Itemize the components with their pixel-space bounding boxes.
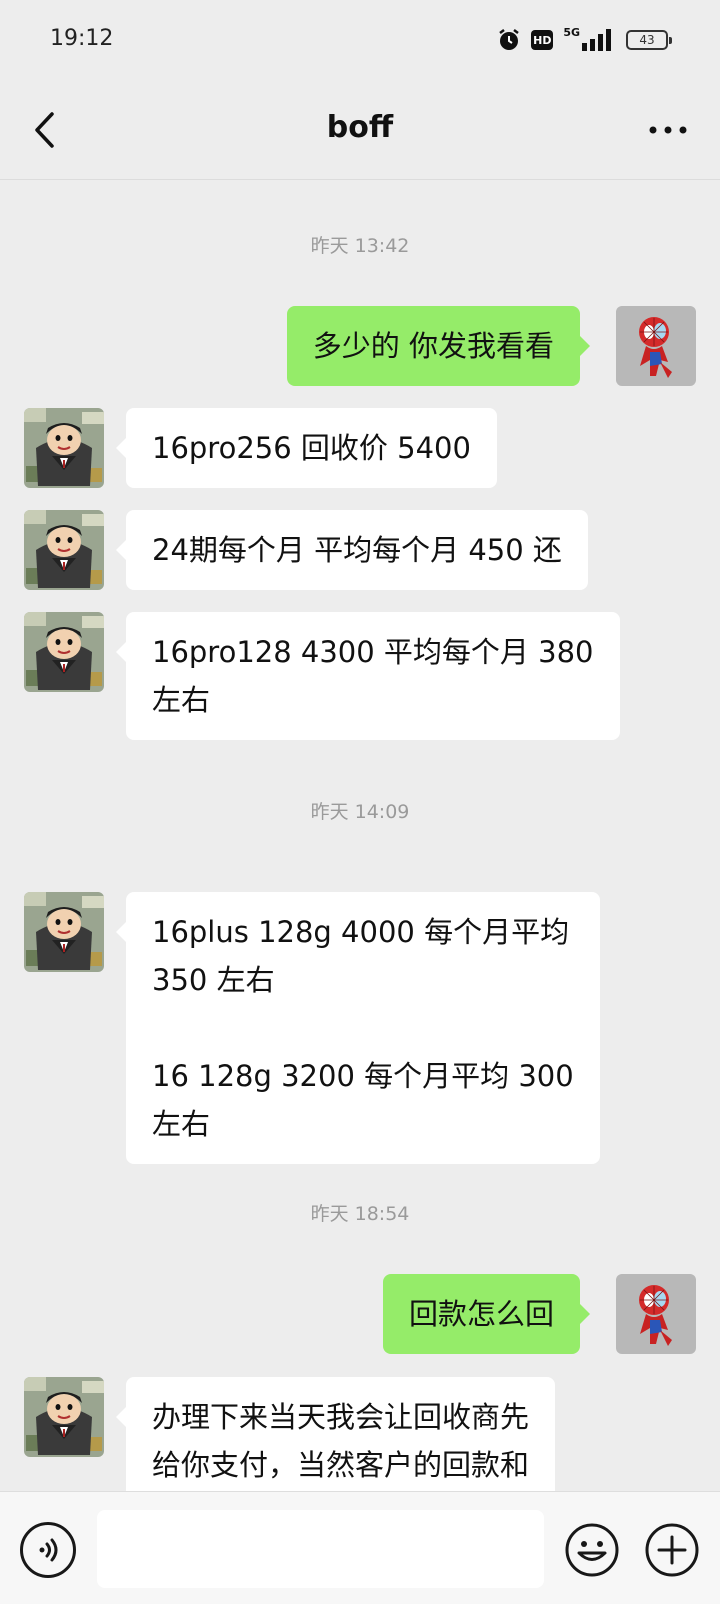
signal-icon: [582, 29, 611, 51]
contact-avatar[interactable]: [24, 1377, 104, 1457]
contact-avatar[interactable]: [24, 612, 104, 692]
more-options-button[interactable]: [646, 110, 690, 150]
message-bubble-outgoing[interactable]: 回款怎么回: [382, 1274, 591, 1354]
timestamp: 昨天 14:09: [310, 801, 410, 823]
plus-icon: [645, 1523, 699, 1577]
input-bar: [0, 1491, 720, 1604]
voice-button[interactable]: [20, 1522, 76, 1578]
message-input[interactable]: [97, 1510, 544, 1588]
alarm-icon: [499, 29, 520, 50]
contact-avatar[interactable]: [24, 892, 104, 972]
message-bubble-incoming[interactable]: 24期每个月 平均每个月 450 还: [116, 510, 588, 590]
chat-history[interactable]: 昨天 13:42 多少的 你发我看看 16pro256 回收价 5400 24期…: [0, 181, 720, 1491]
contact-avatar[interactable]: [24, 408, 104, 488]
message-bubble-incoming[interactable]: 16plus 128g 4000 每个月平均 350 左右 16 128g 32…: [116, 892, 600, 1164]
battery-indicator: 43: [626, 30, 672, 50]
chat-header: boff: [0, 80, 720, 180]
spiderman-avatar[interactable]: [616, 306, 696, 386]
message-bubble-incoming[interactable]: 办理下来当天我会让回收商先 给你支付，当然客户的回款和: [115, 1377, 556, 1491]
status-time: 19:12: [50, 26, 114, 51]
network-label: 5G: [563, 25, 580, 39]
status-bar: 19:12 HD 5G 43: [0, 0, 720, 80]
voice-icon: [39, 1538, 58, 1562]
contact-avatar[interactable]: [24, 510, 104, 590]
message-bubble-outgoing[interactable]: 多少的 你发我看看: [286, 306, 591, 386]
timestamp: 昨天 13:42: [310, 235, 410, 257]
timestamp: 昨天 18:54: [310, 1203, 410, 1225]
hd-badge: HD: [531, 30, 554, 50]
message-bubble-incoming[interactable]: 16pro256 回收价 5400: [116, 408, 497, 488]
emoji-button[interactable]: [564, 1522, 620, 1578]
plus-button[interactable]: [644, 1522, 700, 1578]
status-icons: HD 5G 43: [497, 24, 672, 56]
more-dots-icon: [649, 126, 687, 134]
chat-title: boff: [326, 110, 394, 145]
emoji-icon: [565, 1523, 619, 1577]
message-bubble-incoming[interactable]: 16pro128 4300 平均每个月 380 左右: [116, 612, 620, 740]
battery-level: 43: [639, 33, 655, 47]
spiderman-avatar[interactable]: [616, 1274, 696, 1354]
